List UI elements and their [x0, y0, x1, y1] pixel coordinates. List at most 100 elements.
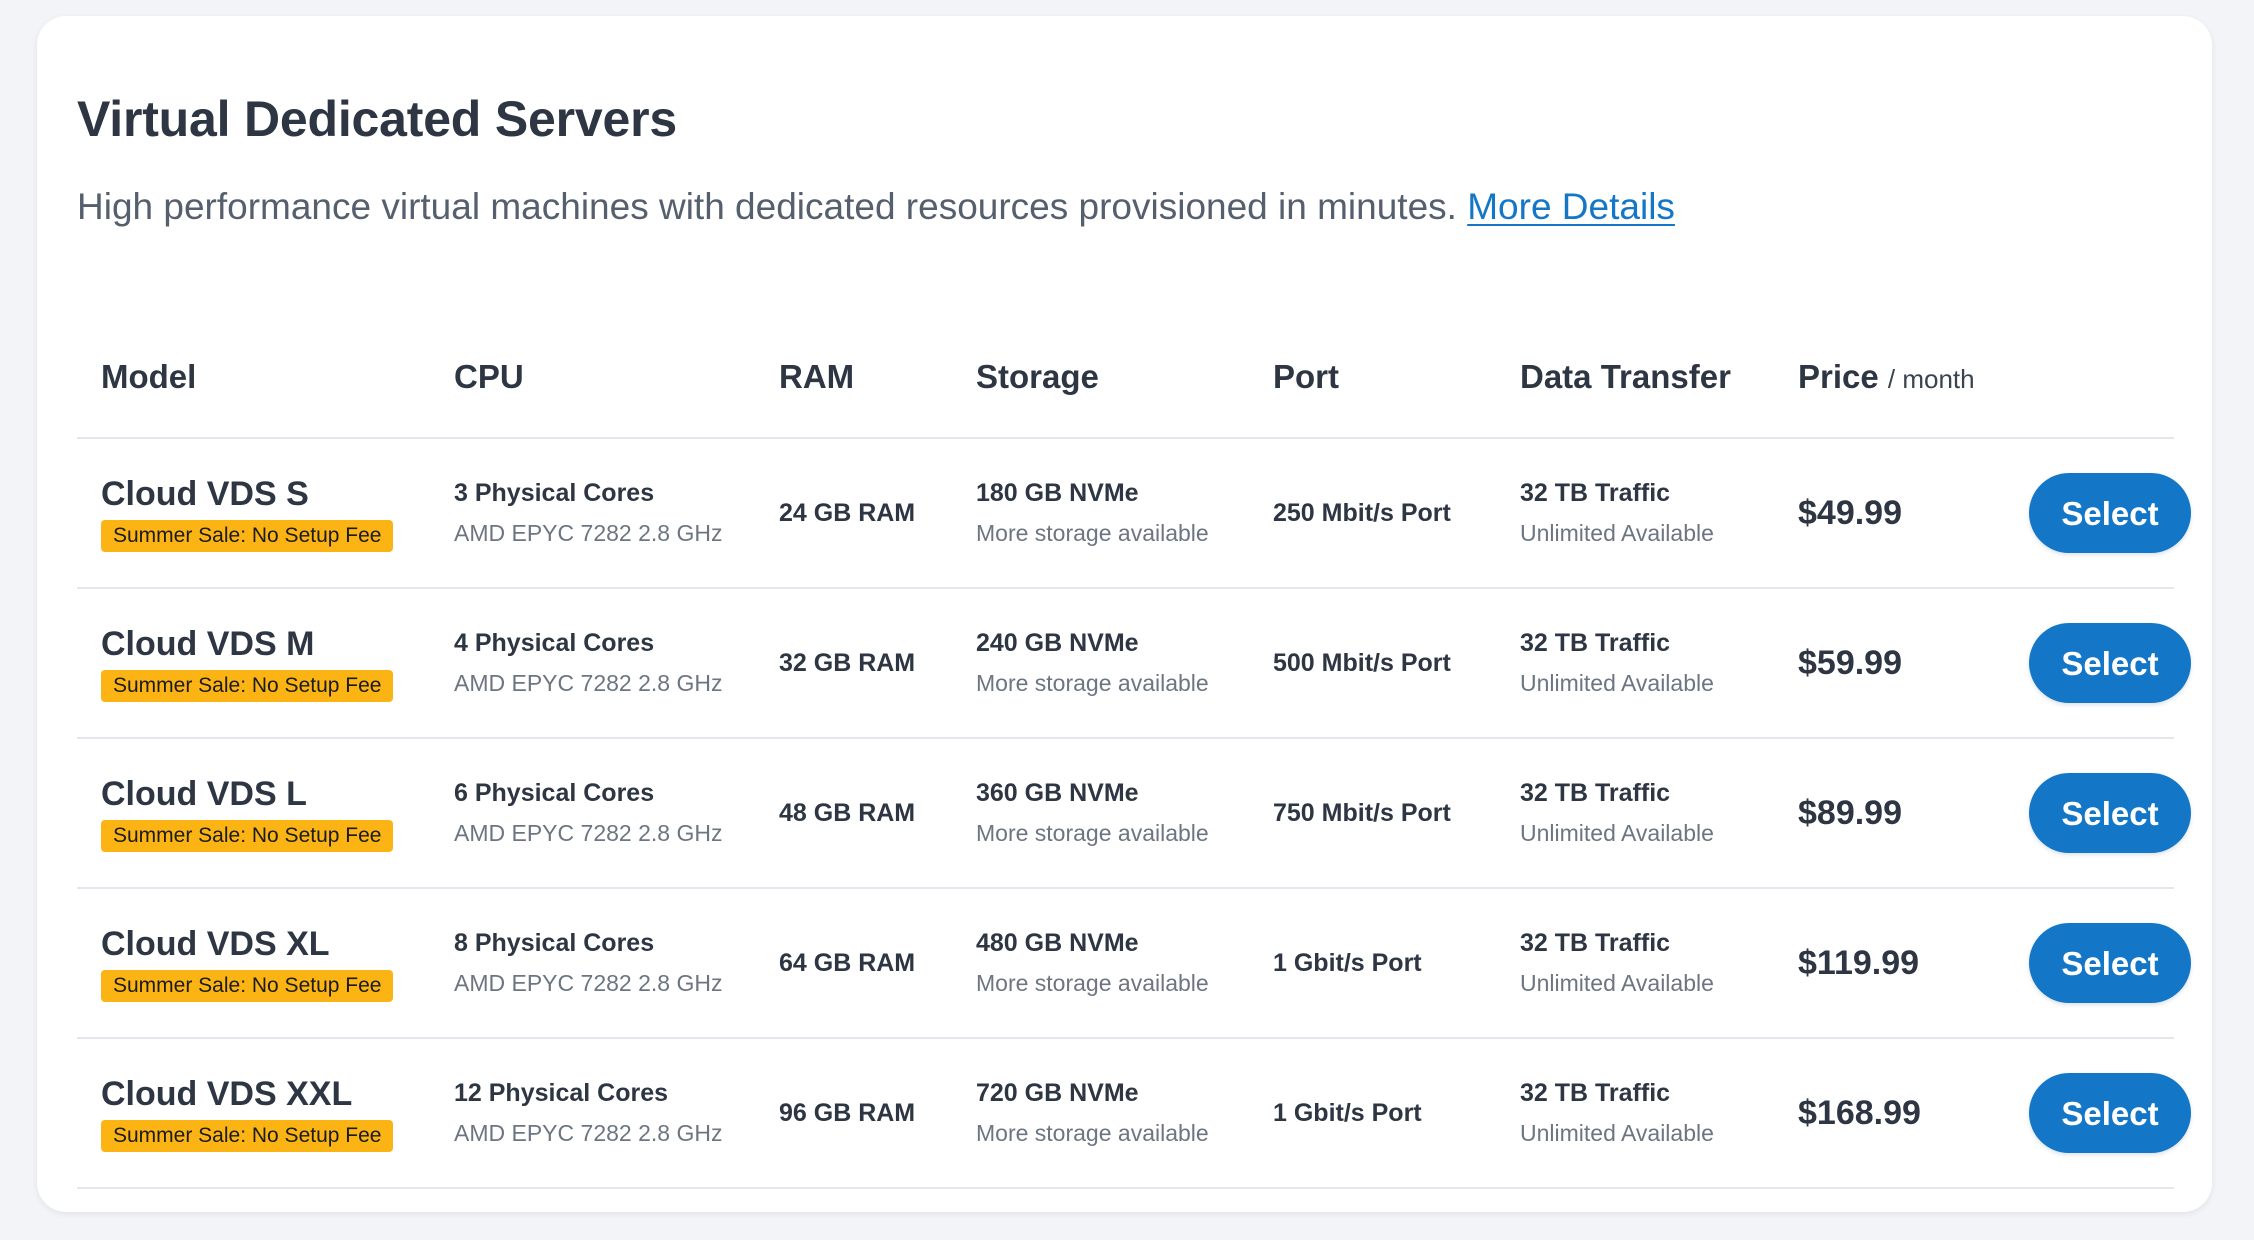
storage-note: More storage available: [976, 1120, 1209, 1146]
port-cell: 1 Gbit/s Port: [1249, 1038, 1496, 1189]
ram-cell: 32 GB RAM: [755, 588, 952, 739]
traffic-value: 32 TB Traffic: [1520, 929, 1671, 957]
cpu-model: AMD EPYC 7282 2.8 GHz: [454, 1120, 723, 1146]
port-cell: 1 Gbit/s Port: [1249, 888, 1496, 1039]
port-value: 750 Mbit/s Port: [1273, 798, 1451, 827]
storage-cell: 480 GB NVMe More storage available: [952, 888, 1249, 1039]
port-cell: 500 Mbit/s Port: [1249, 588, 1496, 739]
port-cell: 750 Mbit/s Port: [1249, 738, 1496, 889]
cpu-model: AMD EPYC 7282 2.8 GHz: [454, 520, 723, 546]
ram-cell: 48 GB RAM: [755, 738, 952, 889]
model-name: Cloud VDS XXL: [101, 1074, 353, 1113]
select-button[interactable]: Select: [2029, 1073, 2191, 1153]
traffic-cell: 32 TB Traffic Unlimited Available: [1496, 588, 1774, 739]
header-cpu: CPU: [430, 316, 755, 439]
model-name: Cloud VDS M: [101, 624, 315, 663]
model-cell: Cloud VDS XXL Summer Sale: No Setup Fee: [77, 1038, 430, 1189]
traffic-value: 32 TB Traffic: [1520, 1079, 1671, 1107]
select-button[interactable]: Select: [2029, 623, 2191, 703]
price-value: $168.99: [1798, 1093, 1921, 1132]
price-value: $119.99: [1798, 943, 1920, 982]
header-model: Model: [77, 316, 430, 439]
cpu-model: AMD EPYC 7282 2.8 GHz: [454, 820, 723, 846]
traffic-cell: 32 TB Traffic Unlimited Available: [1496, 888, 1774, 1039]
model-name: Cloud VDS S: [101, 474, 309, 513]
traffic-note: Unlimited Available: [1520, 1120, 1714, 1146]
select-button[interactable]: Select: [2029, 473, 2191, 553]
cpu-cell: 12 Physical Cores AMD EPYC 7282 2.8 GHz: [430, 1038, 755, 1189]
cpu-cores: 6 Physical Cores: [454, 779, 655, 807]
sale-badge: Summer Sale: No Setup Fee: [101, 519, 394, 552]
header-price-label: Price: [1798, 357, 1879, 395]
storage-value: 360 GB NVMe: [976, 779, 1139, 807]
cpu-cell: 3 Physical Cores AMD EPYC 7282 2.8 GHz: [430, 438, 755, 589]
price-cell: $89.99: [1774, 738, 2005, 889]
storage-cell: 360 GB NVMe More storage available: [952, 738, 1249, 889]
model-cell: Cloud VDS S Summer Sale: No Setup Fee: [77, 438, 430, 589]
storage-value: 180 GB NVMe: [976, 479, 1139, 507]
plans-card: Virtual Dedicated Servers High performan…: [37, 16, 2212, 1212]
sale-badge: Summer Sale: No Setup Fee: [101, 819, 394, 852]
traffic-cell: 32 TB Traffic Unlimited Available: [1496, 438, 1774, 589]
price-cell: $49.99: [1774, 438, 2005, 589]
cpu-model: AMD EPYC 7282 2.8 GHz: [454, 970, 723, 996]
cpu-cell: 4 Physical Cores AMD EPYC 7282 2.8 GHz: [430, 588, 755, 739]
price-cell: $59.99: [1774, 588, 2005, 739]
table-header-row: Model CPU RAM Storage Port Data Transfer…: [77, 316, 2174, 439]
header-data-transfer: Data Transfer: [1496, 316, 1774, 439]
price-value: $59.99: [1798, 643, 1902, 682]
ram-value: 48 GB RAM: [779, 798, 916, 827]
storage-cell: 180 GB NVMe More storage available: [952, 438, 1249, 589]
traffic-cell: 32 TB Traffic Unlimited Available: [1496, 738, 1774, 889]
port-value: 1 Gbit/s Port: [1273, 1098, 1422, 1127]
traffic-value: 32 TB Traffic: [1520, 479, 1671, 507]
ram-value: 96 GB RAM: [779, 1098, 916, 1127]
select-button[interactable]: Select: [2029, 773, 2191, 853]
port-value: 250 Mbit/s Port: [1273, 498, 1451, 527]
traffic-note: Unlimited Available: [1520, 670, 1714, 696]
header-storage: Storage: [952, 316, 1249, 439]
model-cell: Cloud VDS XL Summer Sale: No Setup Fee: [77, 888, 430, 1039]
header-price-unit: / month: [1887, 363, 1975, 394]
plans-table: Model CPU RAM Storage Port Data Transfer…: [77, 316, 2191, 1189]
model-cell: Cloud VDS L Summer Sale: No Setup Fee: [77, 738, 430, 889]
action-cell: Select: [2005, 888, 2191, 1039]
traffic-note: Unlimited Available: [1520, 520, 1714, 546]
header-price: Price / month: [1774, 316, 2005, 439]
ram-value: 32 GB RAM: [779, 648, 916, 677]
table-row: Cloud VDS L Summer Sale: No Setup Fee 6 …: [77, 738, 2191, 889]
header-port: Port: [1249, 316, 1496, 439]
action-cell: Select: [2005, 438, 2191, 589]
storage-note: More storage available: [976, 820, 1209, 846]
sale-badge: Summer Sale: No Setup Fee: [101, 1119, 394, 1152]
section-description: High performance virtual machines with d…: [77, 186, 1675, 228]
action-cell: Select: [2005, 1038, 2191, 1189]
cpu-cores: 3 Physical Cores: [454, 479, 655, 507]
more-details-link[interactable]: More Details: [1467, 186, 1675, 227]
storage-value: 480 GB NVMe: [976, 929, 1139, 957]
table-row: Cloud VDS S Summer Sale: No Setup Fee 3 …: [77, 438, 2191, 589]
cpu-cell: 6 Physical Cores AMD EPYC 7282 2.8 GHz: [430, 738, 755, 889]
model-cell: Cloud VDS M Summer Sale: No Setup Fee: [77, 588, 430, 739]
storage-value: 240 GB NVMe: [976, 629, 1139, 657]
price-value: $89.99: [1798, 793, 1902, 832]
sale-badge: Summer Sale: No Setup Fee: [101, 969, 394, 1002]
storage-value: 720 GB NVMe: [976, 1079, 1139, 1107]
ram-cell: 96 GB RAM: [755, 1038, 952, 1189]
header-action: [2005, 316, 2174, 439]
traffic-note: Unlimited Available: [1520, 970, 1714, 996]
price-cell: $119.99: [1774, 888, 2005, 1039]
traffic-note: Unlimited Available: [1520, 820, 1714, 846]
page-title: Virtual Dedicated Servers: [77, 91, 677, 147]
header-ram: RAM: [755, 316, 952, 439]
model-name: Cloud VDS XL: [101, 924, 330, 963]
sale-badge: Summer Sale: No Setup Fee: [101, 669, 394, 702]
storage-cell: 720 GB NVMe More storage available: [952, 1038, 1249, 1189]
port-cell: 250 Mbit/s Port: [1249, 438, 1496, 589]
cpu-cores: 12 Physical Cores: [454, 1079, 669, 1107]
port-value: 500 Mbit/s Port: [1273, 648, 1451, 677]
cpu-cores: 4 Physical Cores: [454, 629, 655, 657]
ram-cell: 64 GB RAM: [755, 888, 952, 1039]
action-cell: Select: [2005, 588, 2191, 739]
select-button[interactable]: Select: [2029, 923, 2191, 1003]
